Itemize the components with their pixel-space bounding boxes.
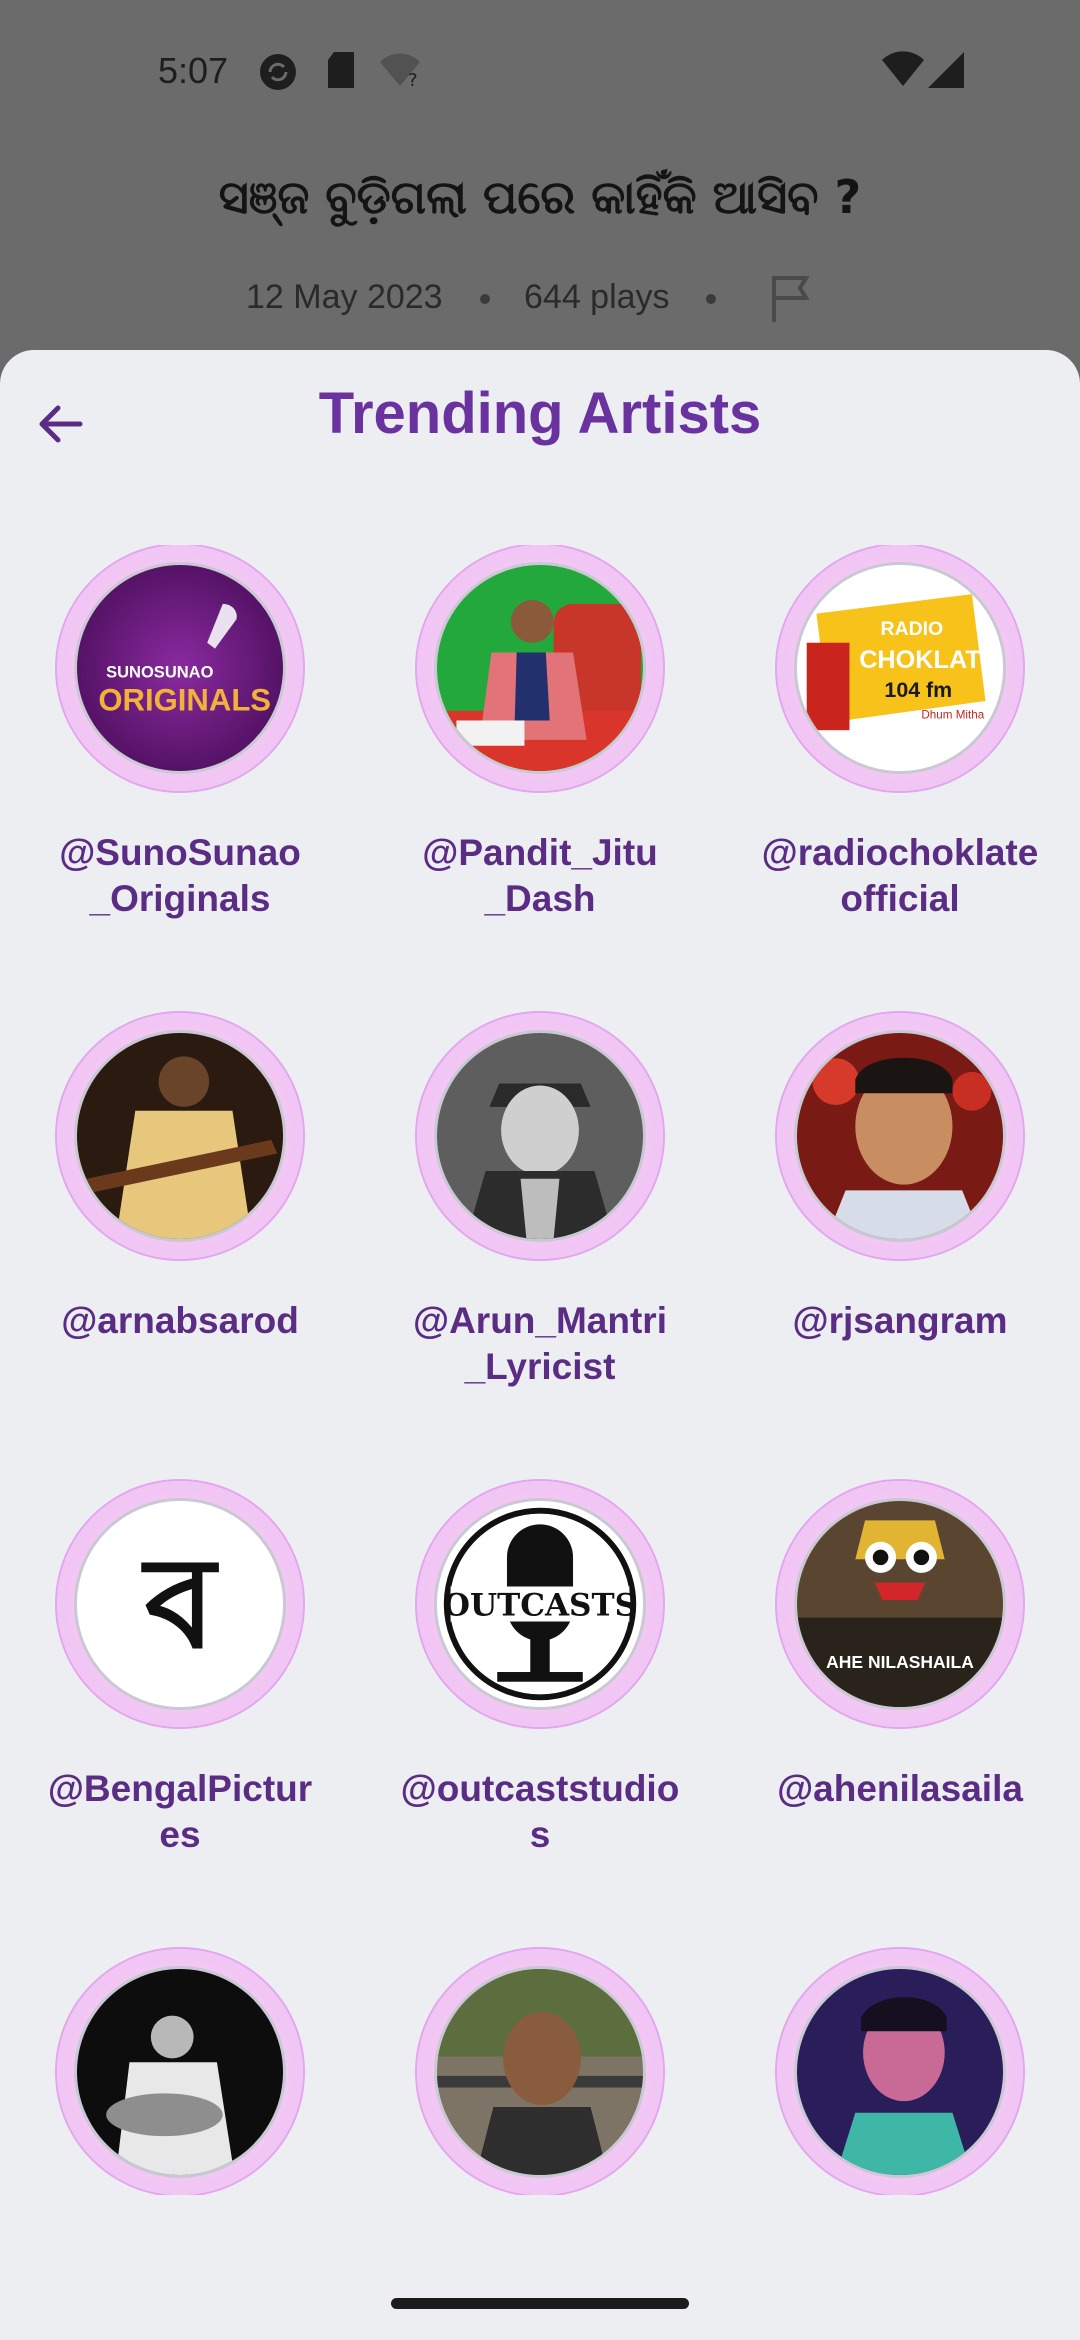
svg-text:OUTCASTS: OUTCASTS bbox=[443, 1588, 637, 1624]
background-date: 12 May 2023 bbox=[246, 278, 443, 316]
flag-icon bbox=[766, 272, 816, 329]
avatar-ring: SUNOSUNAO ORIGINALS bbox=[57, 545, 303, 791]
sheet-title: Trending Artists bbox=[318, 381, 762, 446]
artist-photo bbox=[437, 1969, 643, 2175]
artist-card[interactable]: RADIO CHOKLATE 104 fm Dhum Mitha @radioc… bbox=[720, 545, 1080, 1013]
sync-icon bbox=[256, 50, 300, 99]
avatar bbox=[794, 1030, 1006, 1242]
wifi-question-icon: ? bbox=[378, 50, 422, 95]
svg-text:AHE NILASHAILA: AHE NILASHAILA bbox=[826, 1652, 974, 1672]
svg-text:SUNOSUNAO: SUNOSUNAO bbox=[106, 664, 213, 682]
artist-handle: @radiochoklate official bbox=[761, 832, 1039, 919]
svg-text:RADIO: RADIO bbox=[881, 618, 944, 640]
avatar bbox=[794, 1966, 1006, 2178]
avatar bbox=[434, 562, 646, 774]
ahenilasaila-poster: AHE NILASHAILA bbox=[797, 1501, 1003, 1707]
background-screen: 5:07 ? ସଞ୍ଜ ବୁଡ଼ିଗଲା ପରେ କାହିଁକି ଆସିବ ? … bbox=[0, 0, 1080, 380]
artist-handle: @SunoSunao _Originals bbox=[59, 832, 301, 919]
artist-card[interactable]: SUNOSUNAO ORIGINALS @SunoSunao _Original… bbox=[0, 545, 360, 1013]
avatar: SUNOSUNAO ORIGINALS bbox=[74, 562, 286, 774]
artist-photo bbox=[77, 1033, 283, 1239]
artist-handle: @Pandit_Jitu _Dash bbox=[422, 832, 658, 919]
avatar bbox=[434, 1966, 646, 2178]
status-bar: 5:07 ? bbox=[0, 0, 1080, 140]
avatar-ring bbox=[57, 1949, 303, 2195]
avatar-ring: AHE NILASHAILA bbox=[777, 1481, 1023, 1727]
status-time: 5:07 bbox=[158, 50, 229, 91]
avatar-ring bbox=[57, 1013, 303, 1259]
artist-card[interactable] bbox=[360, 1949, 720, 2195]
svg-text:104 fm: 104 fm bbox=[884, 678, 952, 702]
artist-photo bbox=[437, 1033, 643, 1239]
artist-handle: @BengalPictur es bbox=[47, 1768, 313, 1855]
avatar bbox=[74, 1966, 286, 2178]
artist-card[interactable]: AHE NILASHAILA @ahenilasaila bbox=[720, 1481, 1080, 1949]
separator-dot bbox=[480, 294, 490, 304]
avatar-ring bbox=[417, 545, 663, 791]
avatar-ring bbox=[777, 1013, 1023, 1259]
artist-photo bbox=[437, 565, 643, 771]
avatar: ব bbox=[74, 1498, 286, 1710]
artist-photo bbox=[797, 1969, 1003, 2175]
svg-text:ORIGINALS: ORIGINALS bbox=[98, 683, 271, 718]
signal-icon bbox=[926, 50, 966, 95]
background-title: ସଞ୍ଜ ବୁଡ଼ିଗଲା ପରେ କାହିଁକି ଆସିବ ? bbox=[218, 170, 862, 224]
artist-grid: SUNOSUNAO ORIGINALS @SunoSunao _Original… bbox=[0, 545, 1080, 2195]
svg-text:ব: ব bbox=[141, 1530, 219, 1677]
sunosunao-logo: SUNOSUNAO ORIGINALS bbox=[77, 565, 283, 771]
artist-photo bbox=[797, 1033, 1003, 1239]
artist-photo bbox=[77, 1969, 283, 2175]
artist-card[interactable] bbox=[720, 1949, 1080, 2195]
trending-artists-sheet: Trending Artists SUNOSUNAO ORIGINALS @Su… bbox=[0, 350, 1080, 2340]
artist-card[interactable]: @rjsangram bbox=[720, 1013, 1080, 1481]
background-meta: 12 May 2023 644 plays bbox=[0, 272, 1080, 322]
svg-text:CHOKLATE: CHOKLATE bbox=[859, 646, 997, 674]
separator-dot bbox=[706, 294, 716, 304]
artist-card[interactable]: OUTCASTS @outcaststudio s bbox=[360, 1481, 720, 1949]
avatar: OUTCASTS bbox=[434, 1498, 646, 1710]
outcasts-logo: OUTCASTS bbox=[437, 1501, 643, 1707]
svg-text:?: ? bbox=[408, 70, 418, 90]
artist-card[interactable]: @Pandit_Jitu _Dash bbox=[360, 545, 720, 1013]
svg-text:Dhum Mitha: Dhum Mitha bbox=[921, 709, 984, 722]
avatar-ring bbox=[417, 1013, 663, 1259]
avatar-ring: ব bbox=[57, 1481, 303, 1727]
artist-card[interactable]: @Arun_Mantri _Lyricist bbox=[360, 1013, 720, 1481]
artist-handle: @rjsangram bbox=[792, 1300, 1008, 1341]
screen: 5:07 ? ସଞ୍ଜ ବୁଡ଼ିଗଲା ପରେ କାହିଁକି ଆସିବ ? … bbox=[0, 0, 1080, 2340]
home-indicator[interactable] bbox=[391, 2298, 689, 2309]
avatar bbox=[74, 1030, 286, 1242]
artist-handle: @arnabsarod bbox=[61, 1300, 299, 1341]
bengal-pictures-logo: ব bbox=[77, 1501, 283, 1707]
background-plays: 644 plays bbox=[524, 278, 670, 316]
avatar-ring: OUTCASTS bbox=[417, 1481, 663, 1727]
wifi-icon bbox=[880, 50, 926, 95]
avatar: AHE NILASHAILA bbox=[794, 1498, 1006, 1710]
artist-handle: @outcaststudio s bbox=[400, 1768, 680, 1855]
radio-choklate-logo: RADIO CHOKLATE 104 fm Dhum Mitha bbox=[797, 565, 1003, 771]
avatar bbox=[434, 1030, 646, 1242]
avatar-ring: RADIO CHOKLATE 104 fm Dhum Mitha bbox=[777, 545, 1023, 791]
avatar-ring bbox=[777, 1949, 1023, 2195]
artist-handle: @ahenilasaila bbox=[777, 1768, 1023, 1809]
avatar-ring bbox=[417, 1949, 663, 2195]
avatar: RADIO CHOKLATE 104 fm Dhum Mitha bbox=[794, 562, 1006, 774]
artist-card[interactable]: ব @BengalPictur es bbox=[0, 1481, 360, 1949]
artist-handle: @Arun_Mantri _Lyricist bbox=[413, 1300, 667, 1387]
artist-card[interactable] bbox=[0, 1949, 360, 2195]
sd-card-icon bbox=[326, 50, 356, 95]
artist-card[interactable]: @arnabsarod bbox=[0, 1013, 360, 1481]
